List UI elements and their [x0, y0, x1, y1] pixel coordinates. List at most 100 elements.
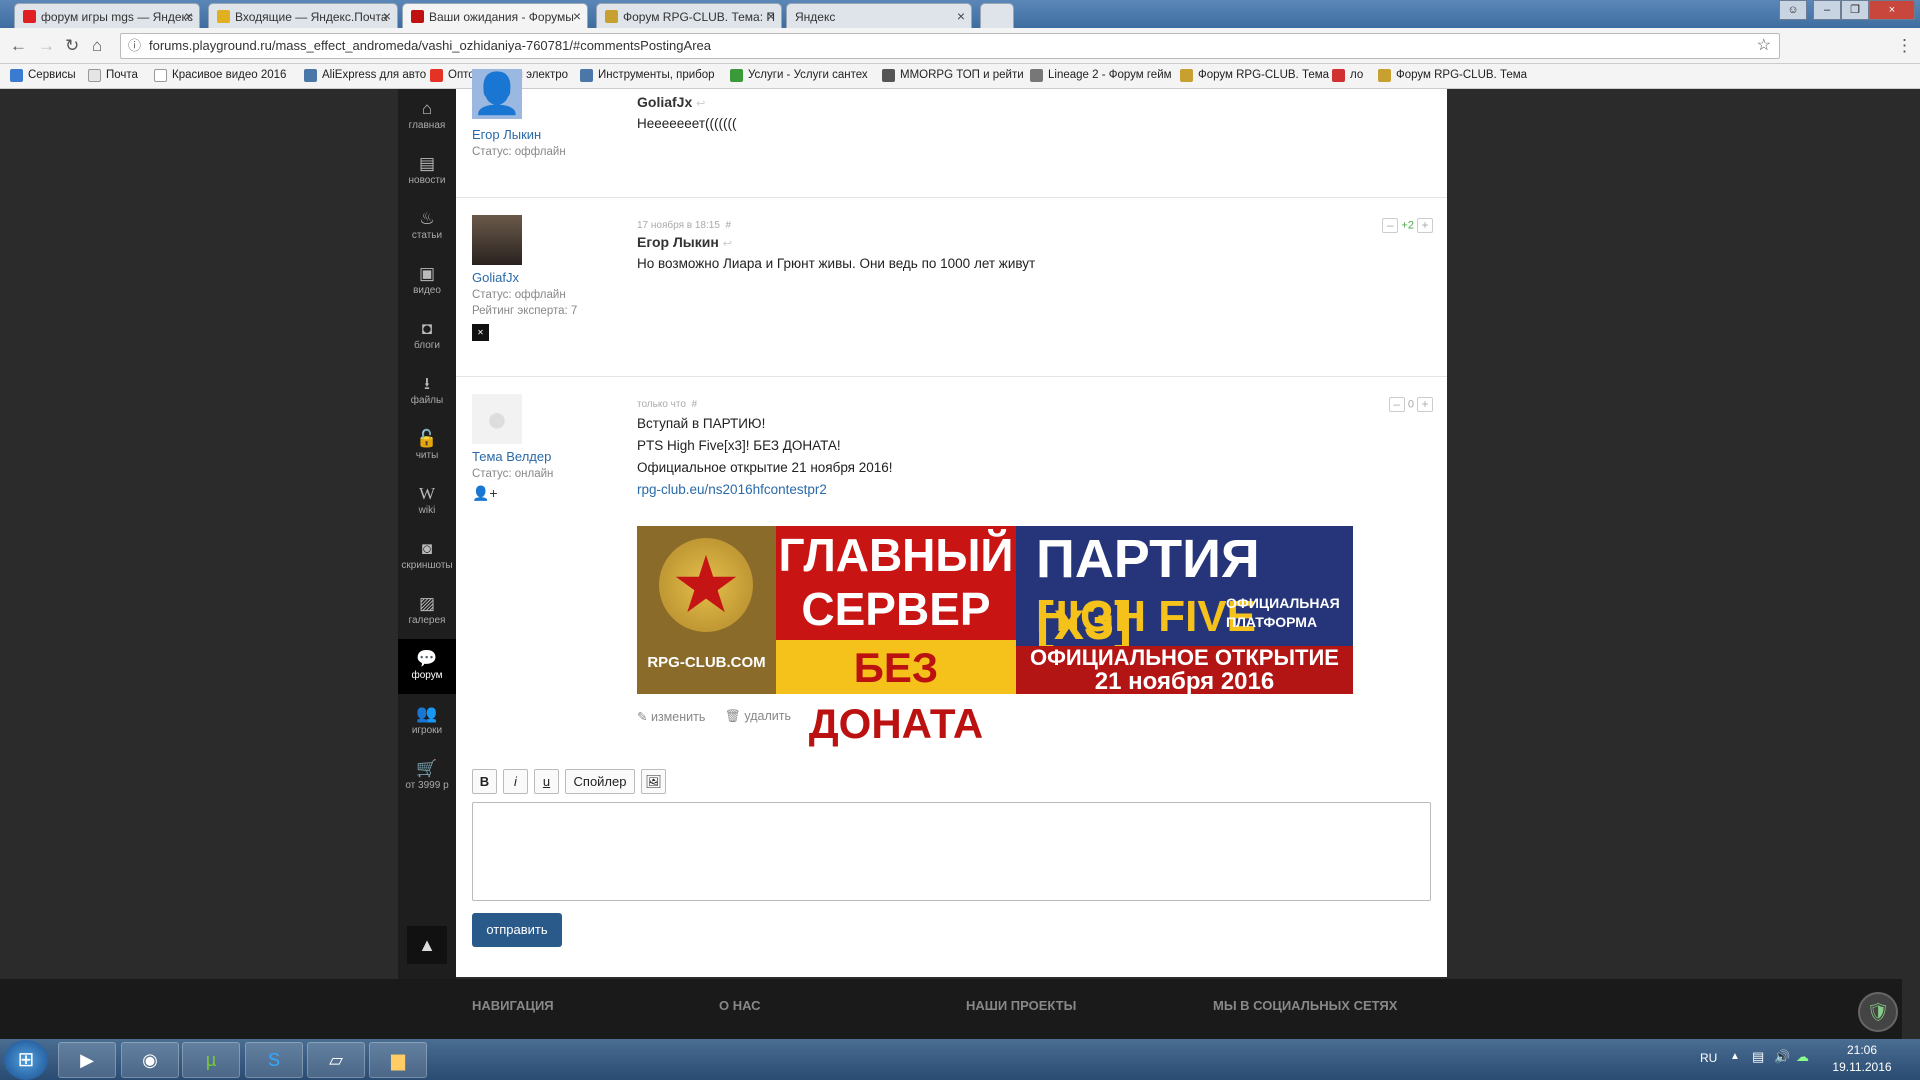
- media-player-taskbar-button[interactable]: ▶: [58, 1042, 116, 1078]
- close-tab-icon[interactable]: ×: [573, 8, 581, 24]
- nav-screenshots[interactable]: ◙ скриншоты: [398, 529, 456, 584]
- utorrent-icon: µ: [205, 1050, 217, 1070]
- post-author[interactable]: Егор Лыкин: [472, 127, 541, 142]
- user-icon[interactable]: ☺: [1779, 0, 1807, 20]
- new-tab-button[interactable]: [980, 3, 1014, 28]
- close-tab-icon[interactable]: ×: [383, 8, 391, 24]
- nav-home[interactable]: ⌂ главная: [398, 89, 456, 144]
- home-icon: ⌂: [421, 99, 433, 118]
- vote-up-button[interactable]: +: [1417, 218, 1433, 233]
- submit-button[interactable]: отправить: [472, 913, 562, 947]
- nav-video[interactable]: ▣ видео: [398, 254, 456, 309]
- page-scrollbar[interactable]: [1902, 89, 1920, 1039]
- reply-to-user[interactable]: GoliafJx ↩: [637, 94, 705, 110]
- nav-blogs[interactable]: ◘ блоги: [398, 309, 456, 364]
- forum-content: 👤 Егор Лыкин Статус: оффлайн GoliafJx ↩ …: [456, 69, 1447, 977]
- avatar[interactable]: [472, 215, 522, 265]
- browser-tab[interactable]: Яндекс ×: [786, 3, 972, 28]
- minimize-icon[interactable]: –: [1813, 0, 1841, 20]
- news-icon: ▤: [418, 154, 436, 173]
- post-text: Но возможно Лиара и Грюнт живы. Они ведь…: [637, 256, 1036, 271]
- post-link[interactable]: rpg-club.eu/ns2016hfcontestpr2: [637, 479, 827, 501]
- bold-button[interactable]: B: [472, 769, 497, 794]
- reply-arrow-icon: ↩: [722, 238, 732, 250]
- nav-wiki[interactable]: Wwiki: [398, 474, 456, 529]
- reply-arrow-icon: ↩: [696, 98, 706, 110]
- browser-tab[interactable]: Форум RPG-CLUB. Тема: П ×: [596, 3, 782, 28]
- close-tab-icon[interactable]: ×: [767, 8, 775, 24]
- underline-button[interactable]: u: [534, 769, 559, 794]
- home-icon[interactable]: ⌂: [92, 36, 102, 56]
- bookmark-item[interactable]: Почта: [88, 69, 138, 82]
- star-emblem-icon: ★: [659, 538, 753, 632]
- permalink[interactable]: #: [725, 220, 731, 231]
- mail-favicon-icon: [217, 10, 230, 23]
- nav-news[interactable]: ▤ новости: [398, 144, 456, 199]
- utorrent-taskbar-button[interactable]: µ: [182, 1042, 240, 1078]
- apps-grid-icon: [10, 69, 23, 82]
- maximize-icon[interactable]: ❐: [1841, 0, 1869, 20]
- vote-down-button[interactable]: –: [1388, 397, 1405, 412]
- avatar[interactable]: ●: [472, 394, 522, 444]
- nav-forum[interactable]: 💬 форум: [398, 639, 456, 694]
- browser-tab[interactable]: Входящие — Яндекс.Почта ×: [208, 3, 398, 28]
- tray-up-arrow-icon[interactable]: ▲: [1730, 1051, 1740, 1062]
- spoiler-button[interactable]: Спойлер: [565, 769, 635, 794]
- chrome-taskbar-button[interactable]: ◉: [121, 1042, 179, 1078]
- comment-textarea[interactable]: [472, 802, 1431, 901]
- italic-button[interactable]: i: [503, 769, 528, 794]
- post-author[interactable]: Тема Велдер: [472, 449, 551, 464]
- nav-gallery[interactable]: ▨ галерея: [398, 584, 456, 639]
- bookmark-star-icon[interactable]: ☆: [1757, 34, 1771, 58]
- permalink[interactable]: #: [691, 399, 697, 410]
- post-author[interactable]: GoliafJx: [472, 270, 519, 285]
- vote-up-button[interactable]: +: [1417, 397, 1433, 412]
- close-tab-icon[interactable]: ×: [957, 8, 965, 24]
- delete-post-link[interactable]: 🗑 удалить: [725, 709, 791, 724]
- close-window-icon[interactable]: ×: [1869, 0, 1915, 20]
- browser-tab-active[interactable]: Ваши ожидания - Форумы ×: [402, 3, 588, 28]
- post-text: Вступай в ПАРТИЮ!: [637, 416, 766, 431]
- banner-main-panel: ГЛАВНЫЙ СЕРВЕР БЕЗ ДОНАТА: [776, 526, 1016, 747]
- mail-icon: [88, 69, 101, 82]
- browser-tab[interactable]: форум игры mgs — Яндекс ×: [14, 3, 200, 28]
- menu-icon[interactable]: ⋮: [1896, 36, 1913, 56]
- nav-files[interactable]: ⭳ файлы: [398, 364, 456, 419]
- fire-icon: ♨: [419, 209, 435, 228]
- nav-shop[interactable]: 🛒 от 3999 р: [398, 749, 456, 804]
- info-icon[interactable]: ⓘ: [128, 34, 141, 58]
- network-icon[interactable]: ▤: [1752, 1049, 1764, 1065]
- forward-icon[interactable]: →: [38, 36, 55, 56]
- reload-icon[interactable]: ↻: [65, 36, 79, 56]
- reply-to-user[interactable]: Егор Лыкин ↩: [637, 234, 732, 250]
- insert-image-button[interactable]: 🖼: [641, 769, 666, 794]
- back-icon[interactable]: ←: [10, 36, 27, 56]
- avatar[interactable]: 👤: [472, 69, 522, 119]
- bookmark-item[interactable]: Сервисы: [10, 69, 76, 82]
- nav-articles[interactable]: ♨ статьи: [398, 199, 456, 254]
- wiki-icon: W: [418, 484, 436, 503]
- volume-icon[interactable]: 🔊: [1774, 1049, 1790, 1065]
- nav-cheats[interactable]: 🔓 читы: [398, 419, 456, 474]
- nav-players[interactable]: 👥 игроки: [398, 694, 456, 749]
- explorer-taskbar-button[interactable]: ▆: [369, 1042, 427, 1078]
- scroll-to-top-button[interactable]: ▲: [407, 926, 447, 964]
- add-friend-icon[interactable]: 👤+: [472, 485, 498, 502]
- close-tab-icon[interactable]: ×: [185, 8, 193, 24]
- tray-app-icon[interactable]: ☁: [1796, 1049, 1809, 1065]
- start-button[interactable]: ⊞: [4, 1040, 48, 1080]
- language-indicator[interactable]: RU: [1700, 1051, 1717, 1065]
- shield-icon[interactable]: 🛡: [1858, 992, 1898, 1032]
- vote-controls: – +2 +: [1382, 218, 1433, 233]
- system-clock[interactable]: 21:06 19.11.2016: [1812, 1042, 1912, 1076]
- bookmark-item[interactable]: Красивое видео 2016: [154, 69, 286, 82]
- vote-score: 0: [1407, 398, 1414, 411]
- url-input[interactable]: ⓘ forums.playground.ru/mass_effect_andro…: [120, 33, 1780, 59]
- edit-post-link[interactable]: ✎ изменить: [637, 709, 705, 724]
- skype-taskbar-button[interactable]: S: [245, 1042, 303, 1078]
- forum-post: GoliafJx Статус: оффлайн Рейтинг эксперт…: [456, 198, 1447, 377]
- promo-banner-image[interactable]: ★ RPG-CLUB.COM ГЛАВНЫЙ СЕРВЕР БЕЗ ДОНАТА ПА…: [637, 526, 1353, 747]
- bookmark-item[interactable]: AliExpress для авто: [304, 69, 426, 82]
- app-taskbar-button[interactable]: ▱: [307, 1042, 365, 1078]
- vote-down-button[interactable]: –: [1382, 218, 1399, 233]
